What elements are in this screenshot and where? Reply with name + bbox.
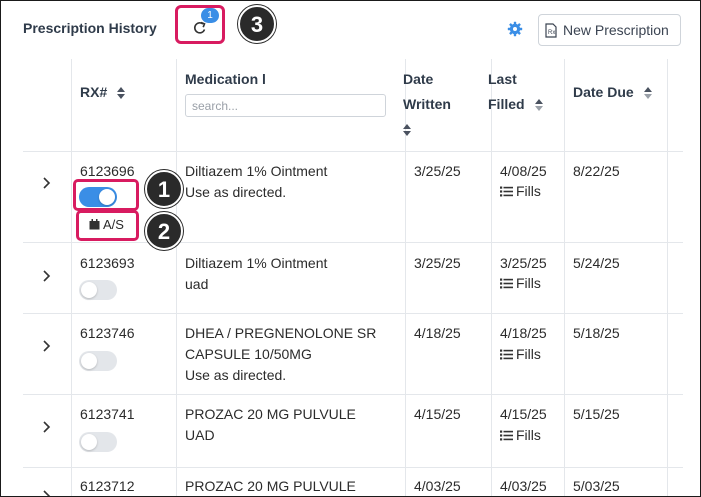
column-header-date-due[interactable]: Date Due [573,80,652,105]
callout-marker: 3 [238,5,276,43]
chevron-right-icon[interactable] [42,340,52,352]
auto-refill-toggle[interactable] [79,432,117,452]
chevron-right-icon[interactable] [42,177,52,189]
date-due: 5/24/25 [573,255,620,271]
document-icon: Rx [545,23,557,38]
last-filled: 4/18/25 [500,325,547,341]
auto-refill-toggle[interactable] [79,187,117,207]
date-due: 5/15/25 [573,406,620,422]
sort-icon [117,87,126,100]
medication-name: DHEA / PREGNENOLONE SR [185,325,377,341]
sort-icon [643,87,652,100]
new-prescription-button[interactable]: Rx New Prescription [538,14,681,46]
last-filled: 4/15/25 [500,406,547,422]
last-filled: 4/03/25 [500,478,547,494]
medication-name: PROZAC 20 MG PULVULE [185,478,356,494]
date-due: 8/22/25 [573,163,620,179]
medication-name: PROZAC 20 MG PULVULE [185,406,356,422]
fills-link[interactable]: Fills [500,275,541,291]
new-prescription-label: New Prescription [563,22,669,38]
medication-strength: CAPSULE 10/50MG [185,346,312,362]
chevron-right-icon[interactable] [42,490,52,497]
medication-directions: Use as directed. [185,367,287,383]
rx-number: 6123746 [80,325,135,341]
calendar-icon [89,219,100,230]
column-header-rx[interactable]: RX# [80,80,126,105]
medication-search-input[interactable] [185,94,386,117]
rx-number: 6123741 [80,406,135,422]
prescription-table: RX# Medication l Date Written Last Fille… [23,59,683,497]
page-title: Prescription History [23,20,157,36]
last-filled: 4/08/25 [500,163,547,179]
auto-refill-toggle[interactable] [79,351,117,371]
auto-refill-toggle[interactable] [79,280,117,300]
sort-icon [403,124,411,137]
rx-number: 6123693 [80,255,135,271]
date-due: 5/18/25 [573,325,620,341]
rx-number: 6123712 [80,478,135,494]
medication-directions: Use as directed. [185,184,287,200]
chevron-right-icon[interactable] [42,421,52,433]
callout-marker: 1 [145,170,183,208]
svg-text:Rx: Rx [548,30,555,36]
as-tag[interactable]: A/S [89,217,124,232]
date-written: 4/15/25 [414,406,461,422]
callout-marker: 2 [145,212,183,250]
list-icon [500,430,513,441]
refresh-count-badge: 1 [201,8,219,23]
fills-link[interactable]: Fills [500,427,541,443]
date-written: 3/25/25 [414,163,461,179]
refresh-highlight: 1 [175,5,225,44]
date-due: 5/03/25 [573,478,620,494]
medication-name: Diltiazem 1% Ointment [185,163,328,179]
column-header-last-filled[interactable]: Last Filled [488,67,543,117]
list-icon [500,349,513,360]
date-written: 4/18/25 [414,325,461,341]
fills-link[interactable]: Fills [500,183,541,199]
medication-name: Diltiazem 1% Ointment [185,255,328,271]
chevron-right-icon[interactable] [42,270,52,282]
prescription-history-panel: Prescription History 1 3 Rx New Prescrip… [0,0,701,497]
column-header-medication[interactable]: Medication l [185,67,266,92]
gear-icon[interactable] [507,21,523,37]
fills-link[interactable]: Fills [500,346,541,362]
panel-header: Prescription History 1 3 Rx New Prescrip… [1,1,700,59]
medication-directions: UAD [185,427,215,443]
list-icon [500,186,513,197]
list-icon [500,278,513,289]
last-filled: 3/25/25 [500,255,547,271]
sort-icon [534,99,543,112]
date-written: 4/03/25 [414,478,461,494]
column-header-date-written[interactable]: Date Written [403,67,451,142]
medication-directions: uad [185,276,209,292]
date-written: 3/25/25 [414,255,461,271]
